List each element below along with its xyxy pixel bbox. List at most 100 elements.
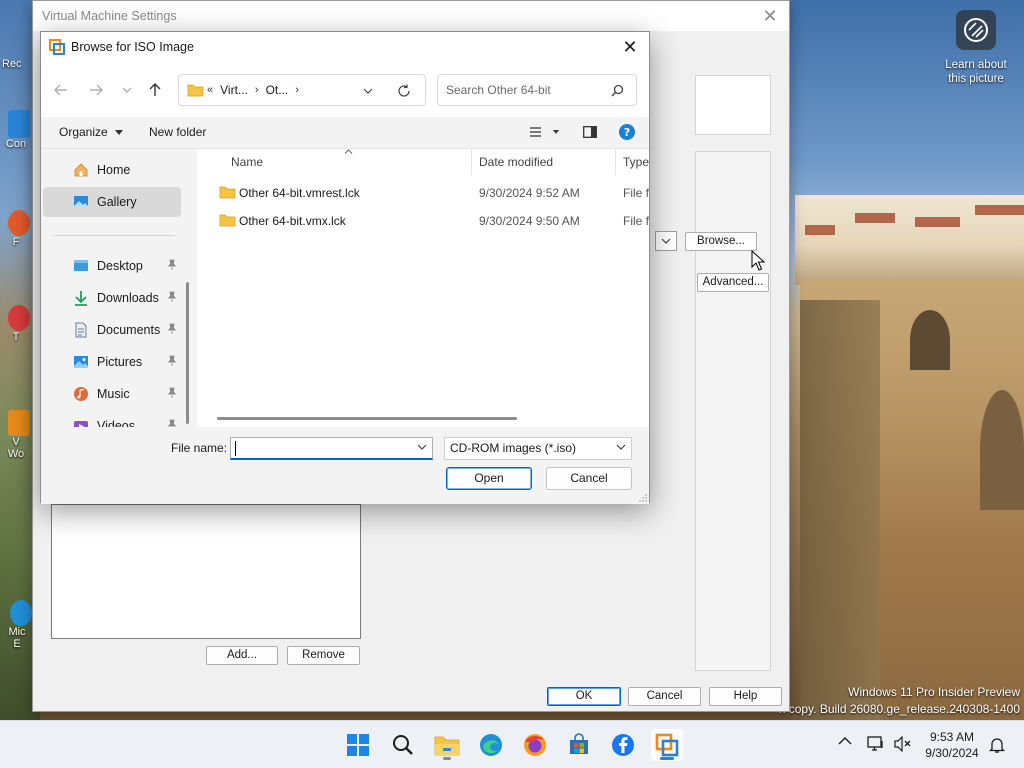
taskbar-store[interactable] (563, 729, 595, 761)
running-indicator (443, 757, 451, 760)
nav-label: Downloads (97, 291, 159, 305)
vm-settings-title: Virtual Machine Settings (42, 9, 177, 23)
clock[interactable]: 9:53 AM 9/30/2024 (920, 729, 984, 761)
learn-about-picture[interactable]: Learn about this picture (940, 10, 1012, 86)
folder-icon (219, 214, 236, 227)
search-icon (393, 735, 413, 755)
chevron-right-icon[interactable]: › (295, 84, 299, 96)
nav-item-documents[interactable]: Documents (43, 315, 181, 345)
address-crumb[interactable]: Virt... (220, 83, 248, 97)
volume-status[interactable] (894, 735, 912, 755)
show-hidden-icons[interactable] (838, 735, 852, 749)
cancel-button[interactable]: Cancel (628, 687, 701, 706)
device-list-box[interactable] (51, 504, 361, 639)
text-caret (235, 441, 236, 456)
nav-item-desktop[interactable]: Desktop (43, 251, 181, 281)
file-row[interactable]: Other 64-bit.vmrest.lck 9/30/2024 9:52 A… (197, 179, 649, 207)
nav-item-gallery[interactable]: Gallery (43, 187, 181, 217)
search-box[interactable]: Search Other 64-bit (437, 74, 637, 106)
column-header-name[interactable]: Name (231, 149, 263, 175)
column-header-date[interactable]: Date modified (479, 149, 553, 175)
add-button[interactable]: Add... (206, 646, 278, 665)
file-type-filter-select[interactable]: CD-ROM images (*.iso) (444, 437, 632, 460)
advanced-button[interactable]: Advanced... (697, 273, 769, 292)
dialog-close-icon[interactable]: ✕ (619, 37, 641, 57)
chevron-down-icon[interactable] (417, 444, 427, 450)
recent-chevron-down-icon[interactable] (115, 78, 139, 102)
notifications-button[interactable] (988, 736, 1006, 757)
taskbar: 9:53 AM 9/30/2024 (0, 720, 1024, 768)
clock-date: 9/30/2024 (925, 746, 979, 760)
new-folder-button[interactable]: New folder (149, 125, 206, 139)
desktop-icon-label: Con (5, 138, 27, 150)
open-button[interactable]: Open (446, 467, 532, 490)
address-overflow[interactable]: « (207, 84, 213, 96)
desktop-icon-vmware[interactable]: V Wo (2, 410, 30, 460)
taskbar-facebook[interactable] (607, 729, 639, 761)
nav-item-videos[interactable]: Videos (43, 411, 181, 427)
dialog-cancel-button[interactable]: Cancel (546, 467, 632, 490)
back-arrow-icon[interactable] (49, 78, 73, 102)
vmware-icon (655, 733, 679, 757)
ok-button[interactable]: OK (547, 687, 621, 706)
firefox-icon (524, 734, 546, 756)
app-tile-icon (8, 110, 30, 138)
vm-settings-close-icon[interactable]: ✕ (759, 5, 781, 27)
horizontal-scrollbar[interactable] (217, 417, 517, 420)
network-icon (867, 736, 883, 751)
desktop-icon-control[interactable]: Con (2, 110, 30, 150)
navigation-scrollbar[interactable] (186, 282, 189, 424)
nav-item-pictures[interactable]: Pictures (43, 347, 181, 377)
file-name-input[interactable] (230, 437, 433, 460)
start-button[interactable] (342, 729, 374, 761)
file-row[interactable]: Other 64-bit.vmx.lck 9/30/2024 9:50 AM F… (197, 207, 649, 235)
view-options-icon[interactable] (529, 126, 559, 141)
nav-item-downloads[interactable]: Downloads (43, 283, 181, 313)
refresh-icon[interactable] (397, 84, 411, 98)
file-explorer-icon (434, 736, 460, 756)
edge-icon (10, 600, 32, 626)
taskbar-search-button[interactable] (387, 729, 419, 761)
nav-label: Desktop (97, 259, 143, 273)
desktop-icon-t[interactable]: T (2, 305, 30, 343)
nav-item-home[interactable]: Home (43, 155, 181, 185)
column-separator[interactable] (471, 149, 472, 175)
column-separator[interactable] (615, 149, 616, 175)
resize-grip-icon[interactable] (639, 494, 647, 502)
desktop-icon-firefox[interactable]: F (2, 210, 30, 248)
pin-icon (167, 387, 177, 398)
organize-button[interactable]: Organize (59, 125, 124, 139)
preview-pane-icon[interactable] (583, 126, 597, 141)
forward-arrow-icon[interactable] (84, 78, 108, 102)
network-status[interactable] (867, 735, 887, 756)
taskbar-edge[interactable] (475, 729, 507, 761)
nav-item-music[interactable]: Music (43, 379, 181, 409)
sort-ascending-icon (344, 149, 353, 154)
facebook-icon (612, 734, 634, 756)
vm-combo-stub[interactable] (655, 231, 677, 251)
up-arrow-icon[interactable] (143, 78, 167, 102)
pin-icon (167, 419, 177, 427)
address-history-chevron-icon[interactable] (363, 88, 373, 94)
taskbar-firefox[interactable] (519, 729, 551, 761)
desktop-icon-label: V (12, 436, 20, 448)
search-icon[interactable] (611, 84, 624, 97)
address-crumb[interactable]: Ot... (266, 83, 289, 97)
address-bar[interactable]: « Virt... › Ot... › (178, 74, 426, 106)
remove-button[interactable]: Remove (287, 646, 360, 665)
taskbar-vmware[interactable] (651, 729, 683, 761)
column-header-type[interactable]: Type (623, 149, 649, 175)
pin-icon (167, 291, 177, 302)
taskbar-file-explorer[interactable] (431, 729, 463, 761)
search-placeholder: Search Other 64-bit (446, 83, 551, 97)
help-icon[interactable]: ? (619, 124, 635, 143)
desktop-icon-recycle[interactable]: Rec (2, 58, 22, 70)
chevron-right-icon[interactable]: › (255, 84, 259, 96)
nav-divider (53, 235, 175, 236)
browse-button[interactable]: Browse... (685, 232, 757, 251)
vm-group-box (695, 75, 771, 135)
svg-text:?: ? (624, 126, 630, 139)
desktop-icon-edge[interactable]: Mic E (2, 600, 32, 650)
help-button[interactable]: Help (709, 687, 782, 706)
nav-label: Music (97, 387, 130, 401)
